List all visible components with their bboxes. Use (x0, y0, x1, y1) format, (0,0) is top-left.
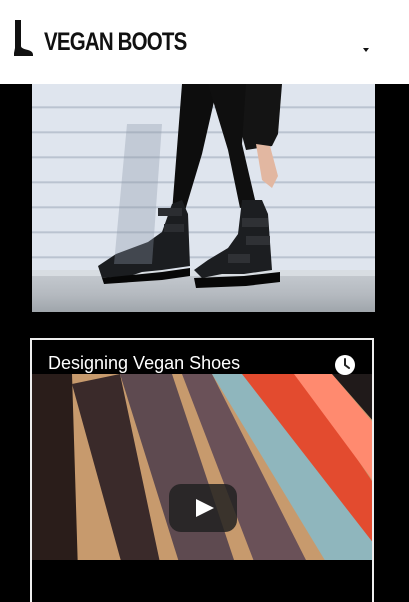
brand-name[interactable]: VEGAN BOOTS (44, 28, 187, 57)
leather-swatches (32, 374, 372, 572)
play-button[interactable] (169, 484, 237, 532)
clock-icon[interactable] (334, 354, 356, 376)
menu-toggle-button[interactable] (356, 40, 376, 60)
boot-icon[interactable] (12, 20, 34, 56)
boots-photo (32, 84, 375, 312)
video-title[interactable]: Designing Vegan Shoes (48, 353, 240, 374)
video-thumbnail[interactable] (32, 374, 372, 572)
caret-down-icon (363, 48, 369, 52)
site-header: VEGAN BOOTS (0, 0, 409, 84)
video-embed[interactable]: Designing Vegan Shoes (30, 338, 374, 602)
boots-illustration (98, 84, 282, 288)
